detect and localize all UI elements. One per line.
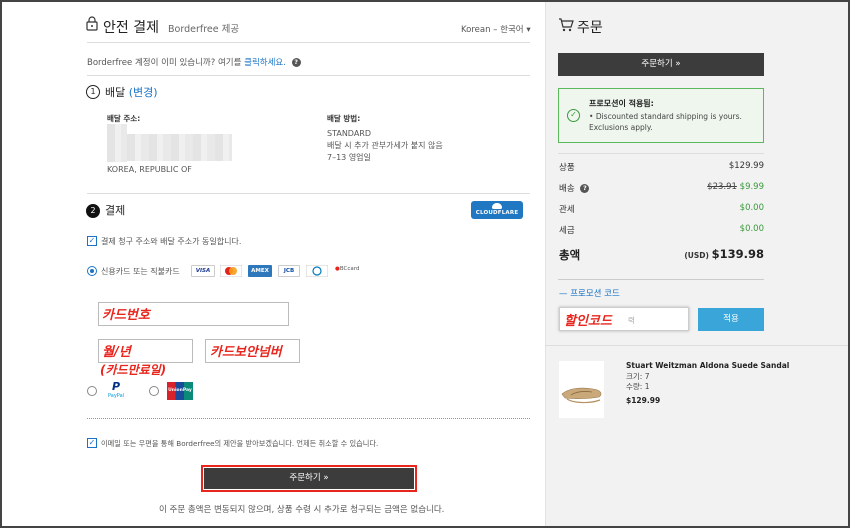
total-currency: (USD) xyxy=(684,251,709,260)
visa-logo: VISA xyxy=(191,265,215,277)
delivery-title: 배달 xyxy=(105,86,126,99)
items-row: 상품 $129.99 xyxy=(559,161,764,173)
shipping-new-price: $9.99 xyxy=(739,182,764,192)
promo-annotation: 할인코드 xyxy=(564,314,612,329)
amex-logo: AMEX xyxy=(248,265,272,277)
change-delivery-link[interactable]: (변경) xyxy=(129,86,158,99)
product-image xyxy=(559,361,604,418)
checkout-panel: 안전 결제 Borderfree 제공 Korean – 한국어 ▾ Borde… xyxy=(2,2,545,526)
same-address-label: 결제 청구 주소와 배달 주소가 동일합니다. xyxy=(101,237,242,246)
duties-row: 관세 $0.00 xyxy=(559,203,764,215)
cloudflare-label: CLOUDFLARE xyxy=(475,210,519,216)
product-name: Stuart Weitzman Aldona Suede Sandal xyxy=(626,361,790,370)
check-circle-icon: ✓ xyxy=(567,109,580,122)
paypal-radio[interactable] xyxy=(87,386,97,396)
items-value: $129.99 xyxy=(728,161,764,171)
divider xyxy=(87,42,530,43)
login-prompt: Borderfree 계정이 이미 있습니까? 여기를 클릭하세요. ? xyxy=(87,56,301,68)
bccard-logo: ●BCcard xyxy=(335,266,360,272)
help-icon[interactable]: ? xyxy=(580,184,590,193)
card-option-label: 신용카드 또는 직불카드 xyxy=(101,267,180,276)
cloudflare-badge: CLOUDFLARE xyxy=(471,201,523,219)
product-quantity: 수량: 1 xyxy=(626,382,650,391)
unionpay-logo: UnionPay xyxy=(167,382,193,400)
language-selector[interactable]: Korean – 한국어 ▾ xyxy=(461,23,531,35)
same-address-checkbox[interactable]: ✓ xyxy=(87,236,97,246)
lock-icon xyxy=(86,16,98,31)
login-link[interactable]: 클릭하세요. xyxy=(244,58,286,68)
apply-promo-button[interactable]: 적용 xyxy=(698,308,764,331)
promo-code-link[interactable]: — 프로모션 코드 xyxy=(559,287,620,299)
login-prompt-text: Borderfree 계정이 이미 있습니까? 여기를 xyxy=(87,58,242,68)
cart-icon xyxy=(559,18,574,32)
divider xyxy=(545,345,848,346)
cloud-icon xyxy=(492,203,502,209)
duties-label: 관세 xyxy=(559,205,575,215)
method-line-3: 7–13 영업일 xyxy=(327,153,371,162)
delivery-section-title: 배달 (변경) xyxy=(105,84,158,100)
step-number-payment: 2 xyxy=(86,204,100,218)
page-title: 안전 결제 xyxy=(103,20,159,36)
email-consent-checkbox[interactable]: ✓ xyxy=(87,438,97,448)
jcb-logo: JCB xyxy=(278,265,300,277)
mastercard-logo xyxy=(220,265,242,277)
shipping-old-price: $23.91 xyxy=(707,182,737,192)
shipping-label: 배송 xyxy=(559,184,575,194)
expiry-annotation-sub: (카드만료일) xyxy=(100,363,167,377)
diners-logo xyxy=(306,265,328,277)
taxes-value: $0.00 xyxy=(739,224,764,234)
divider xyxy=(558,153,764,154)
chevron-down-icon: ▾ xyxy=(526,25,531,35)
cvc-annotation: 카드보안넘버 xyxy=(210,345,282,360)
items-label: 상품 xyxy=(559,163,575,173)
promo-applied-box: ✓ 프로모션이 적용됨: • Discounted standard shipp… xyxy=(558,88,764,143)
total-label: 총액 xyxy=(559,248,581,262)
dotted-divider xyxy=(87,418,530,419)
unionpay-radio[interactable] xyxy=(149,386,159,396)
bullet: • xyxy=(589,112,596,121)
email-consent-label: 이메일 또는 우편을 통해 Borderfree의 제안을 받아보겠습니다. 언… xyxy=(101,439,379,448)
promo-placeholder: 력 xyxy=(628,316,635,325)
address-label: 배달 주소: xyxy=(107,114,141,123)
card-number-annotation: 카드번호 xyxy=(102,308,150,323)
total-row: 총액 (USD) $139.98 xyxy=(559,247,764,263)
taxes-label: 세금 xyxy=(559,226,575,236)
method-line-2: 배달 시 추가 관부가세가 붙지 않음 xyxy=(327,141,443,150)
order-total-note: 이 주문 총액은 변동되지 않으며, 상품 수령 시 추가로 청구되는 금액은 … xyxy=(159,505,445,515)
redacted-address xyxy=(107,124,127,162)
promo-applied-item: • Discounted standard shipping is yours.… xyxy=(589,111,754,133)
total-value: $139.98 xyxy=(711,247,764,261)
order-summary-panel xyxy=(545,2,848,526)
expiry-annotation: 월/년 xyxy=(102,345,131,360)
payment-title: 결제 xyxy=(105,204,126,217)
page-subtitle: Borderfree 제공 xyxy=(168,24,240,35)
promo-applied-title: 프로모션이 적용됨: xyxy=(589,99,654,108)
order-title: 주문 xyxy=(577,20,603,36)
help-icon[interactable]: ? xyxy=(291,58,301,67)
address-country: KOREA, REPUBLIC OF xyxy=(107,165,192,174)
divider xyxy=(87,75,530,76)
window-frame: 안전 결제 Borderfree 제공 Korean – 한국어 ▾ Borde… xyxy=(0,0,850,528)
promo-applied-text: Discounted standard shipping is yours. E… xyxy=(589,112,742,132)
place-order-top-button[interactable]: 주문하기 » xyxy=(558,53,764,76)
method-line-1: STANDARD xyxy=(327,129,372,138)
step-number-delivery: 1 xyxy=(86,85,100,99)
taxes-row: 세금 $0.00 xyxy=(559,224,764,236)
divider xyxy=(87,193,530,194)
method-label: 배달 방법: xyxy=(327,114,361,123)
place-order-button[interactable]: 주문하기 » xyxy=(204,468,414,489)
paypal-logo: P PayPal xyxy=(107,380,125,400)
product-price: $129.99 xyxy=(626,396,661,405)
card-radio[interactable] xyxy=(87,266,97,276)
redacted-address xyxy=(127,134,232,161)
shipping-row: 배송 ? $23.91 $9.99 xyxy=(559,182,764,194)
duties-value: $0.00 xyxy=(739,203,764,213)
language-label: Korean – 한국어 xyxy=(461,25,524,35)
divider xyxy=(558,279,764,280)
